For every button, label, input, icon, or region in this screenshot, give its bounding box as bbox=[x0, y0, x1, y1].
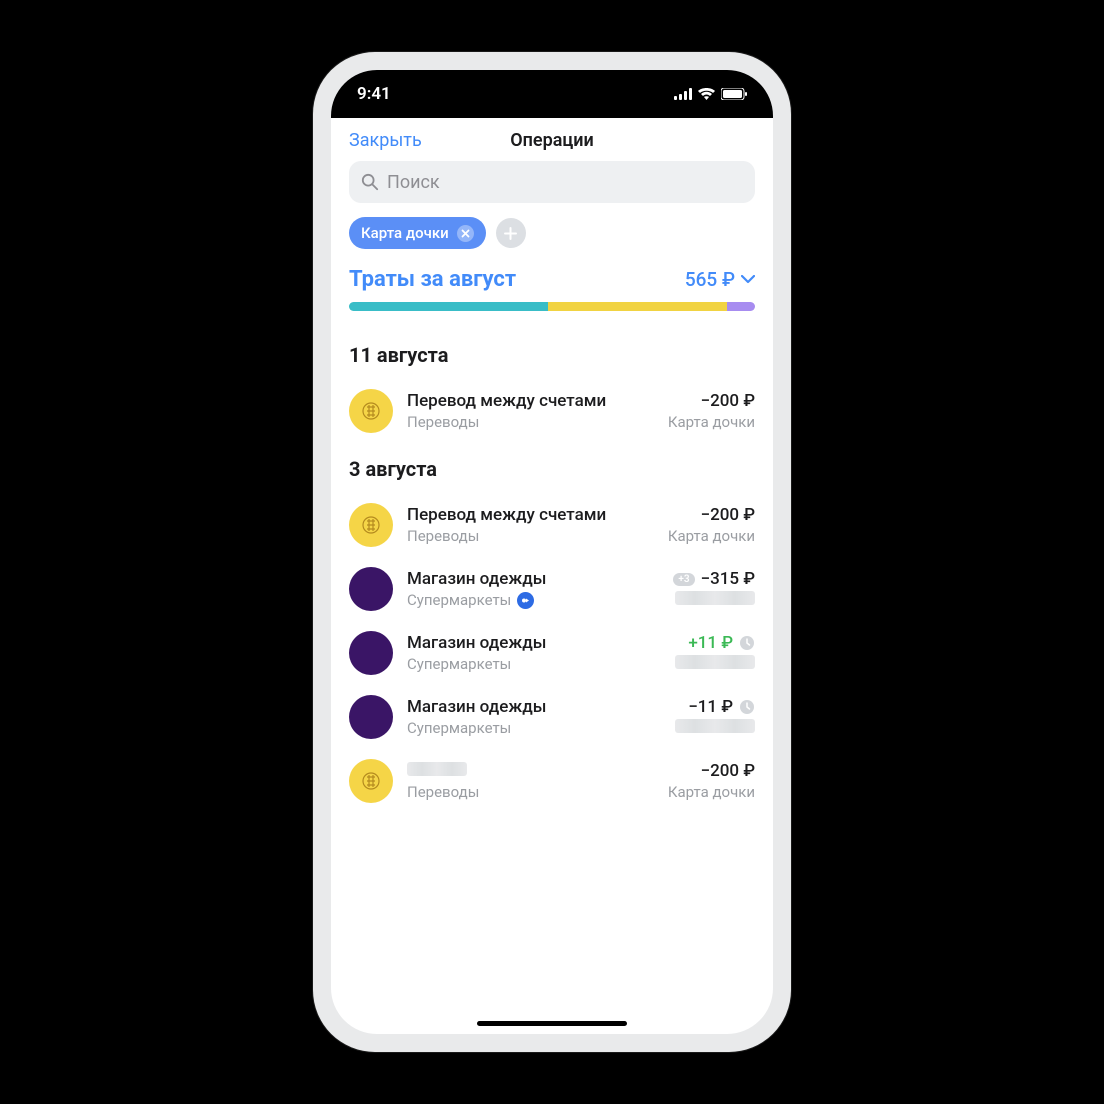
section-date: 3 августа bbox=[331, 443, 773, 493]
transaction-row[interactable]: Магазин одежды Супермаркеты +3−315 ₽ bbox=[331, 557, 773, 621]
transaction-amount: +11 ₽ bbox=[675, 633, 755, 653]
transaction-amount: −200 ₽ bbox=[668, 761, 755, 781]
transaction-category: Супермаркеты bbox=[407, 591, 659, 609]
clock-icon bbox=[739, 635, 755, 651]
chip-remove-icon[interactable] bbox=[457, 225, 474, 242]
transaction-subtext: Карта дочки bbox=[668, 413, 755, 431]
transaction-category: Переводы bbox=[407, 527, 654, 545]
transaction-row[interactable]: Перевод между счетами Переводы −200 ₽ Карта… bbox=[331, 493, 773, 557]
bar-segment-purple bbox=[727, 302, 755, 311]
transaction-title: Магазин одежды bbox=[407, 633, 661, 653]
transaction-amount-block: +11 ₽ bbox=[675, 633, 755, 673]
battery-icon bbox=[721, 88, 747, 100]
transfer-icon bbox=[349, 389, 393, 433]
transaction-title bbox=[407, 761, 654, 781]
transaction-subtext bbox=[675, 719, 755, 737]
bar-segment-yellow bbox=[548, 302, 727, 311]
filter-chip[interactable]: Карта дочки bbox=[349, 217, 486, 249]
transaction-row[interactable]: Перевод между счетами Переводы −200 ₽ Карта… bbox=[331, 379, 773, 443]
transaction-amount-block: −200 ₽ Карта дочки bbox=[668, 505, 755, 545]
transaction-subtext: Карта дочки bbox=[668, 527, 755, 545]
cellular-icon bbox=[674, 88, 692, 100]
merchant-icon bbox=[349, 567, 393, 611]
nav-bar: Закрыть Операции bbox=[331, 118, 773, 161]
phone-frame: 9:41 Закрыть Операции Поиск Карта дочки bbox=[313, 52, 791, 1052]
transaction-info: Магазин одежды Супермаркеты bbox=[407, 633, 661, 673]
transaction-amount: −200 ₽ bbox=[668, 391, 755, 411]
transaction-amount: +3−315 ₽ bbox=[673, 569, 755, 589]
transaction-row[interactable]: Переводы −200 ₽ Карта дочки bbox=[331, 749, 773, 813]
transaction-title: Магазин одежды bbox=[407, 569, 659, 589]
transaction-row[interactable]: Магазин одежды Супермаркеты +11 ₽ bbox=[331, 621, 773, 685]
merchant-icon bbox=[349, 695, 393, 739]
section-date: 11 августа bbox=[331, 329, 773, 379]
transaction-subtext bbox=[673, 591, 755, 609]
transaction-info: Переводы bbox=[407, 761, 654, 801]
redacted-text bbox=[407, 762, 467, 776]
filter-chips: Карта дочки bbox=[331, 217, 773, 267]
transaction-title: Перевод между счетами bbox=[407, 505, 654, 525]
notch bbox=[452, 70, 652, 100]
summary-amount: 565 ₽ bbox=[685, 268, 735, 291]
summary-amount-toggle[interactable]: 565 ₽ bbox=[685, 268, 755, 291]
spending-summary: Траты за август 565 ₽ bbox=[331, 267, 773, 302]
transaction-category: Переводы bbox=[407, 783, 654, 801]
summary-title: Траты за август bbox=[349, 267, 516, 292]
close-button[interactable]: Закрыть bbox=[349, 130, 422, 151]
transaction-category: Переводы bbox=[407, 413, 654, 431]
search-placeholder: Поиск bbox=[387, 172, 440, 193]
bar-segment-teal bbox=[349, 302, 548, 311]
chip-label: Карта дочки bbox=[361, 224, 449, 242]
transaction-subtext bbox=[675, 655, 755, 673]
transaction-info: Магазин одежды Супермаркеты bbox=[407, 697, 661, 737]
transaction-title: Перевод между счетами bbox=[407, 391, 654, 411]
merchant-icon bbox=[349, 631, 393, 675]
transfer-icon bbox=[349, 759, 393, 803]
transaction-amount: −11 ₽ bbox=[675, 697, 755, 717]
transfer-icon bbox=[349, 503, 393, 547]
page-title: Операции bbox=[510, 130, 594, 151]
chevron-down-icon bbox=[741, 275, 755, 284]
transaction-info: Магазин одежды Супермаркеты bbox=[407, 569, 659, 609]
transaction-amount-block: −200 ₽ Карта дочки bbox=[668, 391, 755, 431]
transaction-subtext: Карта дочки bbox=[668, 783, 755, 801]
transaction-amount-block: +3−315 ₽ bbox=[673, 569, 755, 609]
spending-bar[interactable] bbox=[349, 302, 755, 311]
transaction-title: Магазин одежды bbox=[407, 697, 661, 717]
transaction-category: Супермаркеты bbox=[407, 719, 661, 737]
transaction-amount-block: −11 ₽ bbox=[675, 697, 755, 737]
home-indicator[interactable] bbox=[477, 1021, 627, 1026]
status-icons bbox=[674, 88, 747, 100]
transaction-info: Перевод между счетами Переводы bbox=[407, 391, 654, 431]
redacted-text bbox=[675, 591, 755, 605]
clock-icon bbox=[739, 699, 755, 715]
wifi-icon bbox=[698, 88, 715, 100]
transaction-info: Перевод между счетами Переводы bbox=[407, 505, 654, 545]
transaction-list: 11 августаПеревод между счетамиПереводы−… bbox=[331, 329, 773, 813]
redacted-text bbox=[675, 719, 755, 733]
transaction-row[interactable]: Магазин одежды Супермаркеты −11 ₽ bbox=[331, 685, 773, 749]
count-badge: +3 bbox=[673, 573, 694, 586]
transaction-amount: −200 ₽ bbox=[668, 505, 755, 525]
add-filter-button[interactable] bbox=[496, 218, 526, 248]
phone-screen: 9:41 Закрыть Операции Поиск Карта дочки bbox=[331, 70, 773, 1034]
transaction-category: Супермаркеты bbox=[407, 655, 661, 673]
status-time: 9:41 bbox=[357, 84, 391, 104]
summary-month[interactable]: август bbox=[449, 267, 516, 292]
search-icon bbox=[361, 173, 379, 191]
status-bar: 9:41 bbox=[331, 70, 773, 118]
redacted-text bbox=[675, 655, 755, 669]
search-input[interactable]: Поиск bbox=[349, 161, 755, 203]
transaction-amount-block: −200 ₽ Карта дочки bbox=[668, 761, 755, 801]
category-badge-icon bbox=[517, 592, 534, 609]
